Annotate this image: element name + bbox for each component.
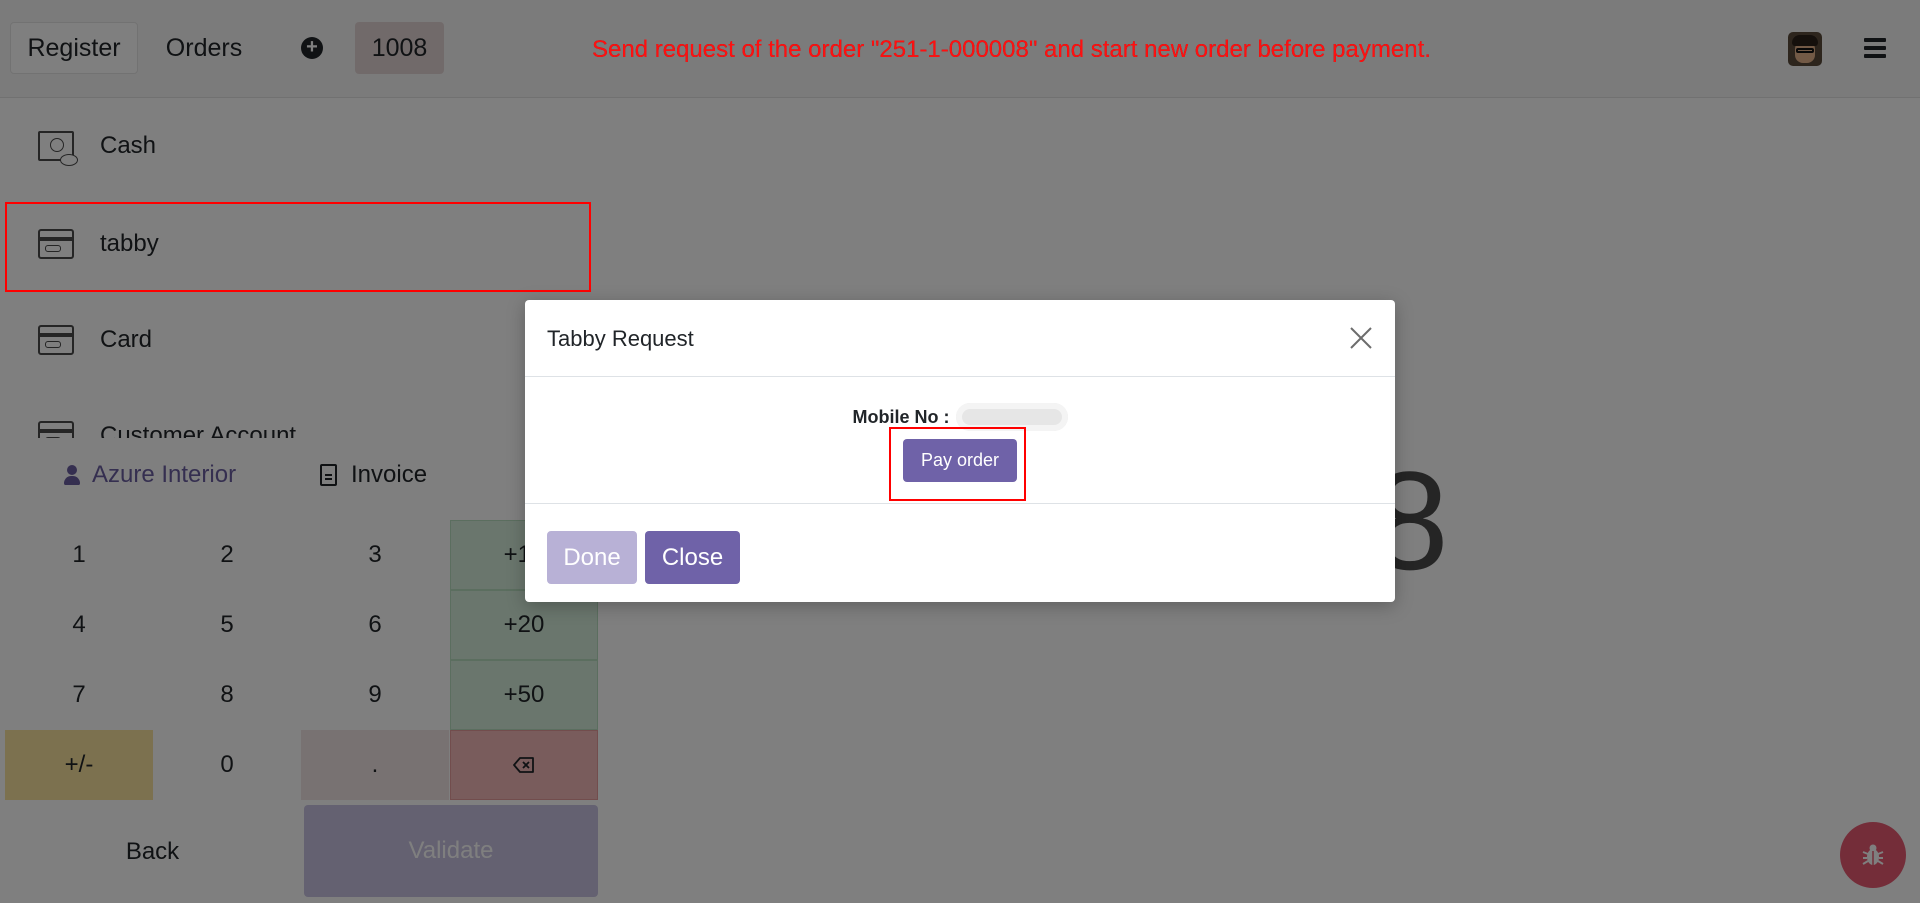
tabby-highlight-box-overlay bbox=[5, 202, 591, 292]
mobile-number-label: Mobile No : bbox=[852, 406, 950, 427]
done-button[interactable]: Done bbox=[547, 531, 637, 584]
dialog-title: Tabby Request bbox=[547, 326, 694, 351]
dialog-footer: Done Close bbox=[525, 504, 1395, 602]
dialog-body: Mobile No : Pay order bbox=[525, 377, 1395, 504]
close-button[interactable]: Close bbox=[645, 531, 740, 584]
instruction-annotation-overlay: Send request of the order "251-1-000008"… bbox=[592, 36, 1431, 63]
tabby-request-dialog: Tabby Request Mobile No : Pay order Done… bbox=[525, 300, 1395, 602]
close-icon[interactable] bbox=[1347, 324, 1375, 352]
dialog-header: Tabby Request bbox=[525, 300, 1395, 377]
pay-order-highlight-box bbox=[889, 427, 1026, 501]
